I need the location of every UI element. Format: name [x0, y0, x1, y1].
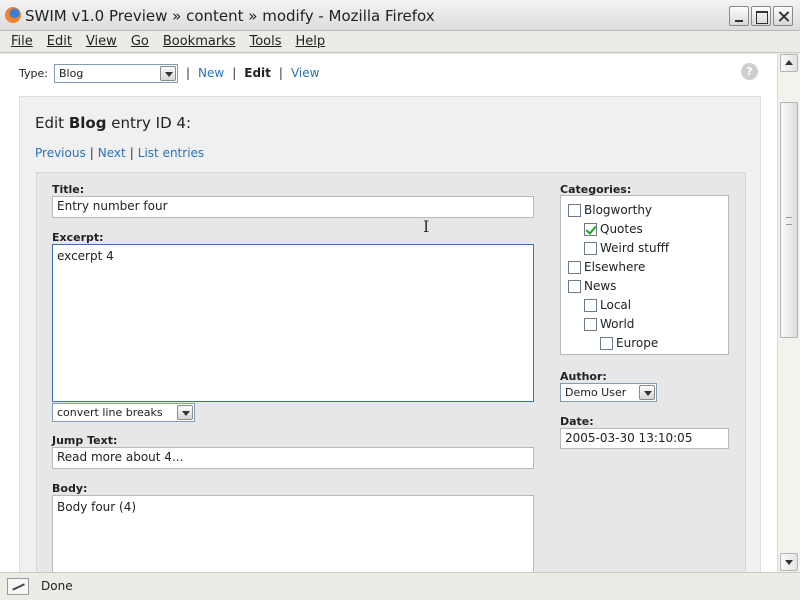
help-icon[interactable]: ? — [741, 63, 758, 80]
firefox-icon — [5, 7, 21, 23]
category-label: Blogworthy — [584, 203, 653, 217]
body-label: Body: — [52, 482, 88, 495]
menu-go[interactable]: Go — [124, 34, 156, 49]
excerpt-textarea[interactable]: excerpt 4 — [52, 244, 534, 402]
category-label: Local — [600, 298, 632, 312]
scroll-up-icon[interactable] — [780, 54, 798, 72]
category-blogworthy[interactable]: Blogworthy — [568, 201, 652, 219]
entry-nav: Previous | Next | List entries — [35, 146, 204, 160]
separator: | — [89, 146, 94, 160]
date-input[interactable]: 2005-03-30 13:10:05 — [560, 428, 729, 449]
maximize-button[interactable] — [751, 6, 771, 26]
categories-list: Blogworthy Quotes Weird stufff Elsewhere… — [560, 195, 729, 355]
view-link[interactable]: View — [291, 66, 319, 80]
menu-bookmarks[interactable]: Bookmarks — [156, 34, 243, 49]
checkbox[interactable] — [568, 279, 581, 293]
category-label: News — [584, 279, 617, 293]
title-bar: SWIM v1.0 Preview » content » modify - M… — [0, 0, 800, 31]
chevron-down-icon[interactable] — [639, 385, 655, 400]
heading-prefix: Edit — [35, 114, 65, 132]
checkbox[interactable] — [568, 260, 581, 274]
category-europe[interactable]: Europe — [600, 334, 658, 352]
jump-text-label: Jump Text: — [52, 434, 118, 447]
menu-file[interactable]: File — [4, 34, 40, 49]
menu-tools[interactable]: Tools — [242, 34, 288, 49]
category-label: Quotes — [600, 222, 643, 236]
status-bar: Done — [0, 572, 800, 600]
close-button[interactable] — [773, 6, 793, 26]
category-label: Europe — [616, 336, 659, 350]
checkbox-checked[interactable] — [584, 222, 597, 236]
category-label: World — [600, 317, 635, 331]
vertical-scrollbar[interactable] — [777, 54, 800, 572]
edit-panel: Edit Blog entry ID 4: Previous | Next | List… — [19, 96, 761, 572]
category-local[interactable]: Local — [584, 296, 631, 314]
category-quotes[interactable]: Quotes — [584, 220, 643, 238]
page-viewport: Type: Blog | New | Edit | View ? Edit Bl… — [0, 54, 777, 572]
checkbox[interactable] — [584, 298, 597, 312]
category-elsewhere[interactable]: Elsewhere — [568, 258, 645, 276]
heading-type: Blog — [68, 114, 107, 132]
chevron-down-icon[interactable] — [159, 65, 176, 81]
title-label: Title: — [52, 183, 85, 196]
previous-link[interactable]: Previous — [35, 146, 86, 160]
author-select[interactable]: Demo User — [560, 383, 657, 402]
type-toolbar: Type: Blog | New | Edit | View — [19, 63, 319, 83]
body-textarea[interactable]: Body four (4) — [52, 495, 534, 572]
next-link[interactable]: Next — [98, 146, 126, 160]
menu-edit[interactable]: Edit — [40, 34, 79, 49]
checkbox[interactable] — [568, 203, 581, 217]
list-entries-link[interactable]: List entries — [138, 146, 204, 160]
window-title: SWIM v1.0 Preview » content » modify - M… — [25, 7, 435, 25]
author-label: Author: — [560, 370, 607, 383]
menu-view[interactable]: View — [79, 34, 124, 49]
scroll-down-icon[interactable] — [780, 553, 798, 571]
menu-help[interactable]: Help — [289, 34, 333, 49]
separator: | — [129, 146, 134, 160]
format-select[interactable]: convert line breaks — [52, 403, 195, 422]
checkbox[interactable] — [600, 336, 613, 350]
text-cursor-icon: I — [423, 217, 430, 236]
separator: | — [278, 66, 283, 80]
scroll-thumb[interactable] — [780, 102, 798, 338]
title-input[interactable]: Entry number four — [52, 196, 534, 218]
author-select-value: Demo User — [565, 386, 627, 399]
menu-bar: File Edit View Go Bookmarks Tools Help — [0, 31, 800, 53]
new-link[interactable]: New — [198, 66, 224, 80]
checkbox[interactable] — [584, 317, 597, 331]
entry-form: Title: Entry number four Excerpt: excerp… — [36, 172, 746, 572]
category-weird-stufff[interactable]: Weird stufff — [584, 239, 669, 257]
category-world[interactable]: World — [584, 315, 634, 333]
type-select-value: Blog — [58, 66, 84, 80]
jump-text-input[interactable]: Read more about 4... — [52, 447, 534, 469]
heading-suffix: entry ID 4: — [111, 114, 192, 132]
category-news[interactable]: News — [568, 277, 616, 295]
date-label: Date: — [560, 415, 594, 428]
connection-status-icon — [7, 578, 29, 595]
status-text: Done — [41, 579, 73, 593]
separator: | — [185, 66, 191, 80]
minimize-button[interactable] — [729, 6, 749, 26]
checkbox[interactable] — [584, 241, 597, 255]
excerpt-label: Excerpt: — [52, 231, 104, 244]
type-select[interactable]: Blog — [53, 63, 178, 83]
type-label: Type: — [19, 66, 48, 80]
separator: | — [232, 66, 237, 80]
format-select-value: convert line breaks — [57, 406, 163, 419]
category-label: Elsewhere — [584, 260, 646, 274]
edit-current: Edit — [244, 66, 271, 80]
page-title: Edit Blog entry ID 4: — [35, 114, 191, 132]
category-label: Weird stufff — [600, 241, 670, 255]
chevron-down-icon[interactable] — [177, 405, 193, 420]
